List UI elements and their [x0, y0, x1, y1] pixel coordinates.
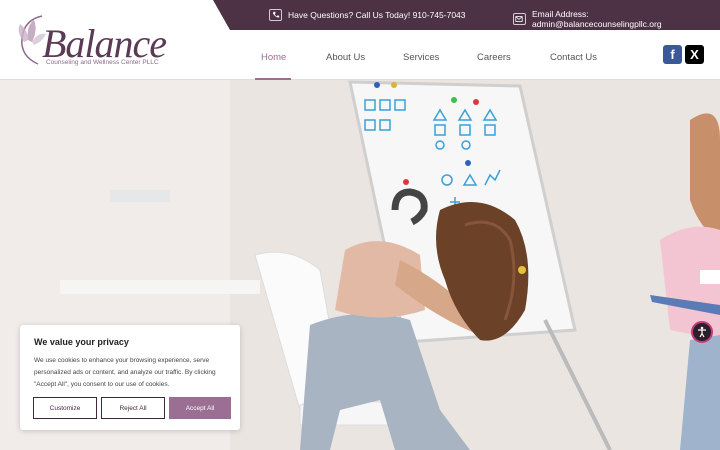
logo-subtitle: Counseling and Wellness Center PLLC: [46, 59, 159, 66]
accessibility-icon[interactable]: [691, 321, 713, 343]
cookie-consent-banner: We value your privacy We use cookies to …: [20, 325, 240, 430]
nav-about-us[interactable]: About Us: [326, 52, 365, 63]
facebook-icon[interactable]: f: [663, 45, 682, 64]
nav-careers[interactable]: Careers: [477, 52, 511, 63]
customize-button[interactable]: Customize: [33, 397, 97, 419]
nav-home[interactable]: Home: [261, 52, 286, 63]
phone-icon: [269, 9, 282, 21]
nav-contact-us[interactable]: Contact Us: [550, 52, 597, 63]
email-text: Email Address: admin@balancecounselingpl…: [531, 9, 662, 29]
site-logo[interactable]: Balance Counseling and Wellness Center P…: [14, 10, 174, 70]
cookie-title: We value your privacy: [34, 337, 129, 347]
nav-active-indicator: [255, 78, 291, 80]
cookie-buttons: Customize Reject All Accept All: [33, 397, 231, 419]
phone-info[interactable]: Have Questions? Call Us Today! 910-745-7…: [269, 9, 466, 21]
reject-all-button[interactable]: Reject All: [101, 397, 165, 419]
cookie-body: We use cookies to enhance your browsing …: [34, 357, 216, 388]
accept-all-button[interactable]: Accept All: [169, 397, 231, 419]
email-info[interactable]: Email Address: admin@balancecounselingpl…: [513, 9, 720, 29]
phone-text: Have Questions? Call Us Today! 910-745-7…: [288, 10, 466, 20]
envelope-icon: [513, 13, 526, 25]
x-twitter-icon[interactable]: X: [685, 45, 704, 64]
nav-services[interactable]: Services: [403, 52, 439, 63]
person-icon: [698, 326, 706, 338]
